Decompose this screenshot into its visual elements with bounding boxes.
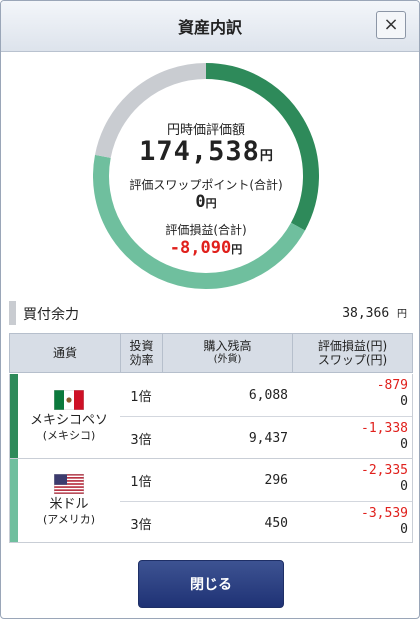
pl-label: 評価損益(合計) [165,223,247,237]
header-leverage: 投資 効率 [120,334,162,372]
pl-swap-cell: -3,539 0 [361,506,408,538]
pl-value-cell: -1,338 [361,421,408,436]
currency-country: (メキシコ) [42,428,96,442]
pl-value-cell: -2,335 [361,463,408,478]
swap-label: 評価スワップポイント(合計) [129,178,283,192]
pl-swap-cell: -1,338 0 [361,421,408,453]
leverage-cell: 1倍 [130,475,152,490]
swap-value-cell: 0 [400,394,408,409]
buying-power-color-marker [9,301,16,325]
mexico-flag-icon [54,389,84,410]
currency-cell: 米ドル (アメリカ) [18,459,120,542]
pl-swap-cell: -2,335 0 [361,463,408,495]
close-icon[interactable]: × [376,11,406,39]
leverage-cell: 3倍 [130,433,152,448]
pl-value-cell: -3,539 [361,506,408,521]
currency-name: メキシコペソ [29,412,108,428]
table-header: 通貨 投資 効率 購入残高 (外貨) 評価損益(円) スワップ(円) [9,333,413,373]
pl-swap-cell: -879 0 [377,378,408,410]
balance-cell: 450 [264,516,288,531]
swap-value-cell: 0 [400,437,408,452]
usa-flag-icon [54,474,84,494]
currency-group-mxn: メキシコペソ (メキシコ) 1倍 6,088 -879 0 3倍 9,437 -… [9,374,413,458]
dialog-header: 資産内訳 × [1,1,419,52]
buying-power-label: 買付余力 [23,307,79,323]
swap-value-cell: 0 [400,479,408,494]
table-row: 1倍 6,088 -879 0 [120,374,412,416]
balance-cell: 6,088 [248,388,288,403]
pl-value: -8,090円 [169,238,243,258]
valuation-value: 174,538円 [139,136,273,167]
table-row: 3倍 450 -3,539 0 [120,501,412,544]
header-pl-swap: 評価損益(円) スワップ(円) [292,334,412,372]
group-color-marker [10,459,18,542]
buying-power-value: 38,366 円 [342,306,407,321]
header-balance: 購入残高 (外貨) [162,334,292,372]
header-currency: 通貨 [52,346,77,360]
asset-breakdown-dialog: 資産内訳 × 円時価評価額 174,538円 評価スワップポイント(合計) 0円… [0,0,420,619]
group-color-marker [10,374,18,458]
leverage-cell: 1倍 [130,390,152,405]
donut-center-summary: 円時価評価額 174,538円 評価スワップポイント(合計) 0円 評価損益(合… [93,63,319,289]
table-row: 3倍 9,437 -1,338 0 [120,416,412,459]
currency-group-usd: 米ドル (アメリカ) 1倍 296 -2,335 0 3倍 450 -3,539… [9,459,413,543]
currency-country: (アメリカ) [42,513,96,526]
currency-name: 米ドル [49,497,89,512]
dialog-title: 資産内訳 [177,18,242,37]
pl-value-cell: -879 [376,378,408,393]
balance-cell: 296 [264,473,288,488]
balance-cell: 9,437 [248,431,288,446]
swap-value-cell: 0 [400,522,408,537]
leverage-cell: 3倍 [130,518,152,533]
table-row: 1倍 296 -2,335 0 [120,459,412,501]
swap-value: 0円 [195,192,217,212]
close-button[interactable]: 閉じる [138,560,284,608]
currency-cell: メキシコペソ (メキシコ) [18,374,120,458]
